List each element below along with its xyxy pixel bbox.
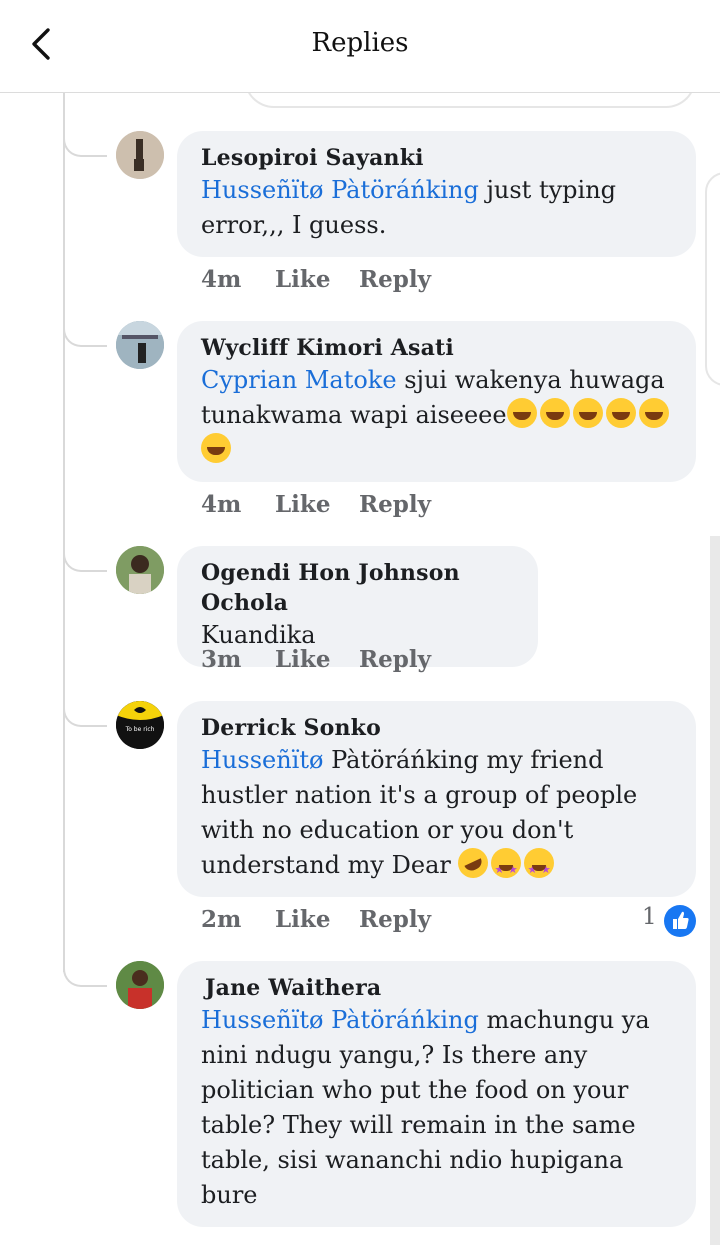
- comment-author[interactable]: Derrick Sonko: [201, 713, 672, 743]
- comment-author[interactable]: Jane Waithera: [201, 973, 672, 1003]
- comment-actions: 3m Like Reply: [201, 646, 431, 673]
- reply-button[interactable]: Reply: [359, 906, 431, 933]
- comment-body: machungu ya nini ndugu yangu,? Is there …: [201, 1006, 650, 1209]
- comment-author[interactable]: Wycliff Kimori Asati: [201, 333, 672, 363]
- thumbs-up-icon[interactable]: [664, 905, 696, 937]
- comment-time: 3m: [201, 646, 242, 673]
- avatar[interactable]: [116, 546, 164, 594]
- like-button[interactable]: Like: [275, 491, 359, 518]
- mention-link[interactable]: Husseñïtø Pàtöráńking: [201, 176, 479, 204]
- comment-bubble[interactable]: Lesopiroi Sayanki Husseñïtø Pàtöráńking …: [177, 131, 696, 257]
- comment-text: Husseñïtø Pàtöráńking just typing error,…: [201, 173, 672, 243]
- reply-button[interactable]: Reply: [359, 266, 431, 293]
- comment-author[interactable]: Ogendi Hon Johnson Ochola: [201, 558, 514, 618]
- thread-branch: [63, 95, 107, 157]
- app-header: Replies: [0, 0, 720, 93]
- grinning-sweat-emoji-icon: [539, 398, 570, 428]
- like-button[interactable]: Like: [275, 266, 359, 293]
- reply-button[interactable]: Reply: [359, 491, 431, 518]
- comment-text: Husseñïtø Pàtöráńking machungu ya nini n…: [201, 1003, 672, 1213]
- comment-text: Husseñïtø Pàtöráńking my friend hustler …: [201, 743, 672, 887]
- reaction-count[interactable]: 1: [642, 904, 657, 930]
- mention-link[interactable]: Husseñïtø: [201, 746, 323, 774]
- page-title: Replies: [311, 28, 409, 58]
- comment-time: 4m: [201, 266, 242, 293]
- side-panel-edge: [705, 172, 720, 386]
- like-button[interactable]: Like: [275, 906, 359, 933]
- avatar[interactable]: [116, 131, 164, 179]
- avatar-caption: To be rich: [125, 726, 155, 733]
- mention-link[interactable]: Husseñïtø Pàtöráńking: [201, 1006, 479, 1034]
- comment-time: 4m: [201, 491, 242, 518]
- rofl-emoji-icon: [453, 843, 494, 883]
- thread-branch: [63, 510, 107, 572]
- grinning-sweat-emoji-icon: [638, 398, 669, 428]
- mention-link[interactable]: Cyprian Matoke: [201, 366, 397, 394]
- comment-actions: 4m Like Reply: [201, 266, 431, 293]
- comment-time: 2m: [201, 906, 242, 933]
- avatar[interactable]: [116, 961, 164, 1009]
- star-struck-emoji-icon: [524, 848, 555, 887]
- reply-button[interactable]: Reply: [359, 646, 431, 673]
- thread-branch: [63, 665, 107, 727]
- thread-branch: [63, 285, 107, 347]
- thread-branch: [63, 925, 107, 987]
- grinning-sweat-emoji-icon: [572, 398, 603, 428]
- comment-actions: 4m Like Reply: [201, 491, 431, 518]
- avatar[interactable]: [116, 321, 164, 369]
- comment-text: Cyprian Matoke sjui wakenya huwaga tunak…: [201, 363, 672, 468]
- comment-bubble[interactable]: Wycliff Kimori Asati Cyprian Matoke sjui…: [177, 321, 696, 482]
- comment-actions: 2m Like Reply: [201, 906, 431, 933]
- comment-bubble[interactable]: Jane Waithera Husseñïtø Pàtöráńking mach…: [177, 961, 696, 1227]
- like-button[interactable]: Like: [275, 646, 359, 673]
- scrollbar[interactable]: [710, 536, 720, 1245]
- avatar[interactable]: To be rich: [116, 701, 164, 749]
- grinning-sweat-emoji-icon: [506, 398, 537, 428]
- grinning-sweat-emoji-icon: [605, 398, 636, 428]
- grinning-sweat-emoji-icon: [201, 433, 231, 463]
- comment-bubble[interactable]: Derrick Sonko Husseñïtø Pàtöráńking my f…: [177, 701, 696, 897]
- star-struck-emoji-icon: [491, 848, 522, 887]
- comment-author[interactable]: Lesopiroi Sayanki: [201, 143, 672, 173]
